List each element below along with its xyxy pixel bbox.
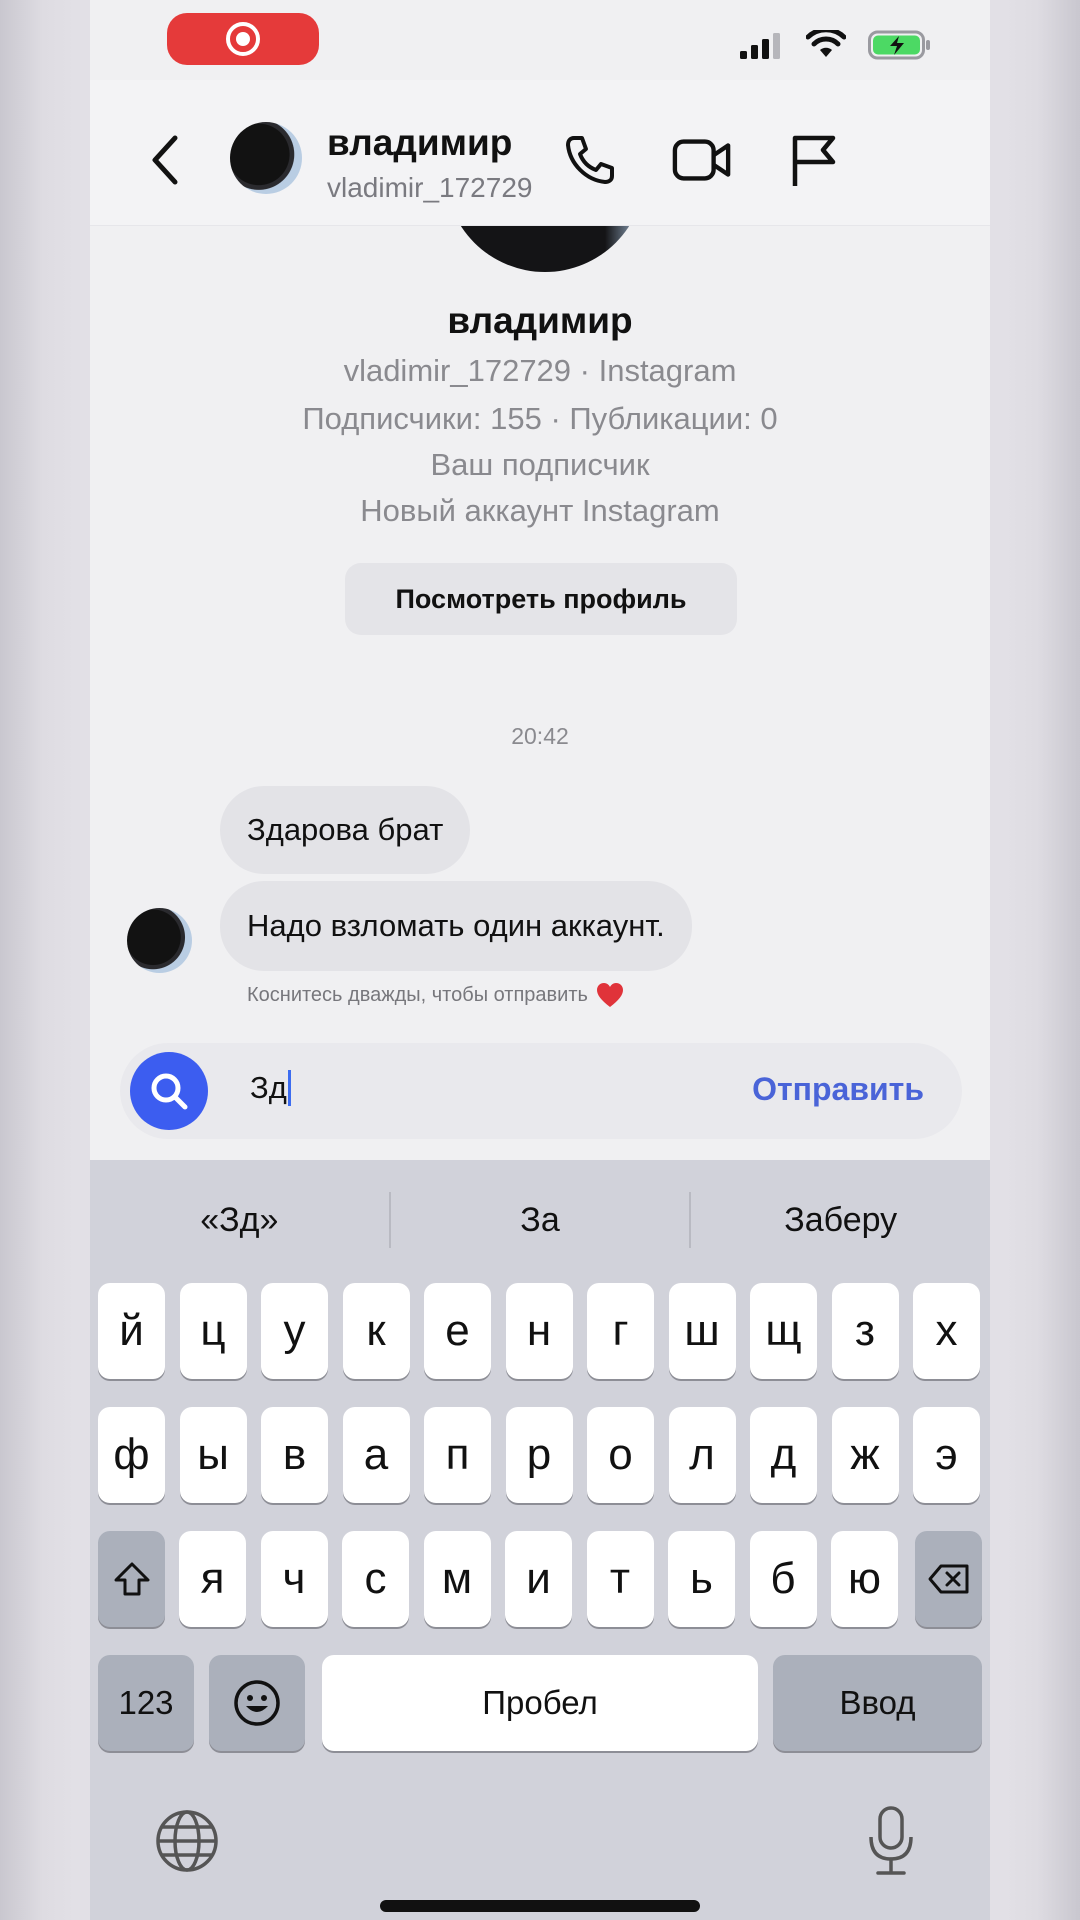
view-profile-button[interactable]: Посмотреть профиль: [345, 563, 737, 635]
key-я[interactable]: я: [179, 1531, 246, 1627]
numbers-key[interactable]: 123: [98, 1655, 194, 1751]
key-ш[interactable]: ш: [668, 1283, 736, 1379]
message-bubble[interactable]: Здарова брат: [220, 786, 471, 874]
key-и[interactable]: и: [505, 1531, 572, 1627]
video-call-button[interactable]: [672, 130, 732, 190]
key-г[interactable]: г: [587, 1283, 654, 1379]
record-icon: [226, 22, 260, 56]
shift-icon: [114, 1562, 149, 1596]
key-р[interactable]: р: [505, 1407, 573, 1503]
key-н[interactable]: н: [505, 1283, 573, 1379]
sender-avatar[interactable]: [127, 908, 192, 973]
globe-icon[interactable]: [154, 1808, 220, 1874]
key-в[interactable]: в: [261, 1407, 328, 1503]
key-т[interactable]: т: [586, 1531, 654, 1627]
message-composer: Зд Отправить: [120, 1043, 962, 1139]
home-indicator[interactable]: [380, 1900, 700, 1912]
key-ц[interactable]: ц: [179, 1283, 247, 1379]
message-input[interactable]: Зд: [250, 1070, 291, 1106]
suggestion-item[interactable]: Заберу: [691, 1201, 990, 1240]
shift-key[interactable]: [98, 1531, 165, 1627]
key-л[interactable]: л: [668, 1407, 736, 1503]
suggestion-item[interactable]: «Зд»: [90, 1201, 389, 1240]
search-button[interactable]: [130, 1052, 208, 1130]
profile-relation-line: Ваш подписчик: [430, 447, 650, 482]
phone-screen: владимир vladimir_172729 владимир vladim…: [90, 0, 990, 1920]
phone-call-button[interactable]: [560, 130, 620, 190]
send-button[interactable]: Отправить: [752, 1071, 924, 1108]
video-camera-icon: [672, 139, 731, 181]
key-ь[interactable]: ь: [668, 1531, 735, 1627]
profile-stats-line: Подписчики: 155 · Публикации: 0: [302, 401, 778, 436]
battery-charging-icon: [868, 30, 930, 60]
text-caret: [287, 1070, 291, 1106]
suggestion-item[interactable]: За: [391, 1201, 690, 1240]
contact-username[interactable]: vladimir_172729: [327, 172, 532, 204]
message-timestamp: 20:42: [511, 723, 569, 749]
key-з[interactable]: з: [831, 1283, 899, 1379]
contact-name[interactable]: владимир: [327, 122, 512, 164]
key-ч[interactable]: ч: [260, 1531, 328, 1627]
search-icon: [151, 1073, 188, 1110]
backspace-key[interactable]: [915, 1531, 982, 1627]
key-д[interactable]: д: [750, 1407, 817, 1503]
key-ф[interactable]: ф: [98, 1407, 165, 1503]
chevron-left-icon[interactable]: [145, 132, 185, 188]
hint-text: Коснитесь дважды, чтобы отправить: [247, 983, 588, 1006]
key-щ[interactable]: щ: [750, 1283, 817, 1379]
status-icons: [740, 30, 932, 60]
profile-name: владимир: [447, 300, 633, 341]
status-bar: [90, 0, 990, 80]
screen-recording-indicator[interactable]: [167, 13, 319, 65]
key-ю[interactable]: ю: [831, 1531, 898, 1627]
message-text: Здарова брат: [247, 812, 444, 847]
red-heart-icon: [596, 983, 623, 1007]
emoji-key[interactable]: [209, 1655, 305, 1751]
phone-icon: [566, 136, 614, 184]
avatar[interactable]: [230, 122, 302, 194]
key-х[interactable]: х: [913, 1283, 980, 1379]
message-text: Надо взломать один аккаунт.: [247, 908, 665, 943]
key-э[interactable]: э: [913, 1407, 980, 1503]
message-input-value: Зд: [250, 1070, 287, 1105]
emoji-icon: [234, 1680, 280, 1726]
cellular-signal-icon: [740, 33, 780, 59]
key-к[interactable]: к: [342, 1283, 410, 1379]
key-п[interactable]: п: [424, 1407, 491, 1503]
key-е[interactable]: е: [424, 1283, 491, 1379]
message-bubble[interactable]: Надо взломать один аккаунт.: [220, 881, 692, 971]
double-tap-hint: Коснитесь дважды, чтобы отправить: [247, 982, 624, 1008]
keyboard: «Зд» За Заберу йцукенгшщзх фывапролджэ я…: [90, 1160, 990, 1920]
microphone-icon[interactable]: [866, 1805, 916, 1877]
backspace-icon: [928, 1564, 968, 1594]
key-ы[interactable]: ы: [179, 1407, 247, 1503]
key-м[interactable]: м: [423, 1531, 491, 1627]
flag-icon: [792, 135, 836, 186]
profile-new-account-line: Новый аккаунт Instagram: [360, 493, 720, 528]
key-б[interactable]: б: [749, 1531, 817, 1627]
key-а[interactable]: а: [342, 1407, 410, 1503]
profile-username-line: vladimir_172729 · Instagram: [343, 353, 737, 388]
chat-header: владимир vladimir_172729: [90, 80, 990, 226]
wifi-icon: [806, 30, 846, 57]
report-button[interactable]: [784, 130, 844, 190]
key-с[interactable]: с: [342, 1531, 409, 1627]
key-й[interactable]: й: [98, 1283, 165, 1379]
key-ж[interactable]: ж: [831, 1407, 899, 1503]
suggestion-bar: «Зд» За Заберу: [90, 1160, 990, 1280]
key-у[interactable]: у: [261, 1283, 328, 1379]
space-key[interactable]: Пробел: [322, 1655, 758, 1751]
key-о[interactable]: о: [587, 1407, 654, 1503]
return-key[interactable]: Ввод: [773, 1655, 982, 1751]
